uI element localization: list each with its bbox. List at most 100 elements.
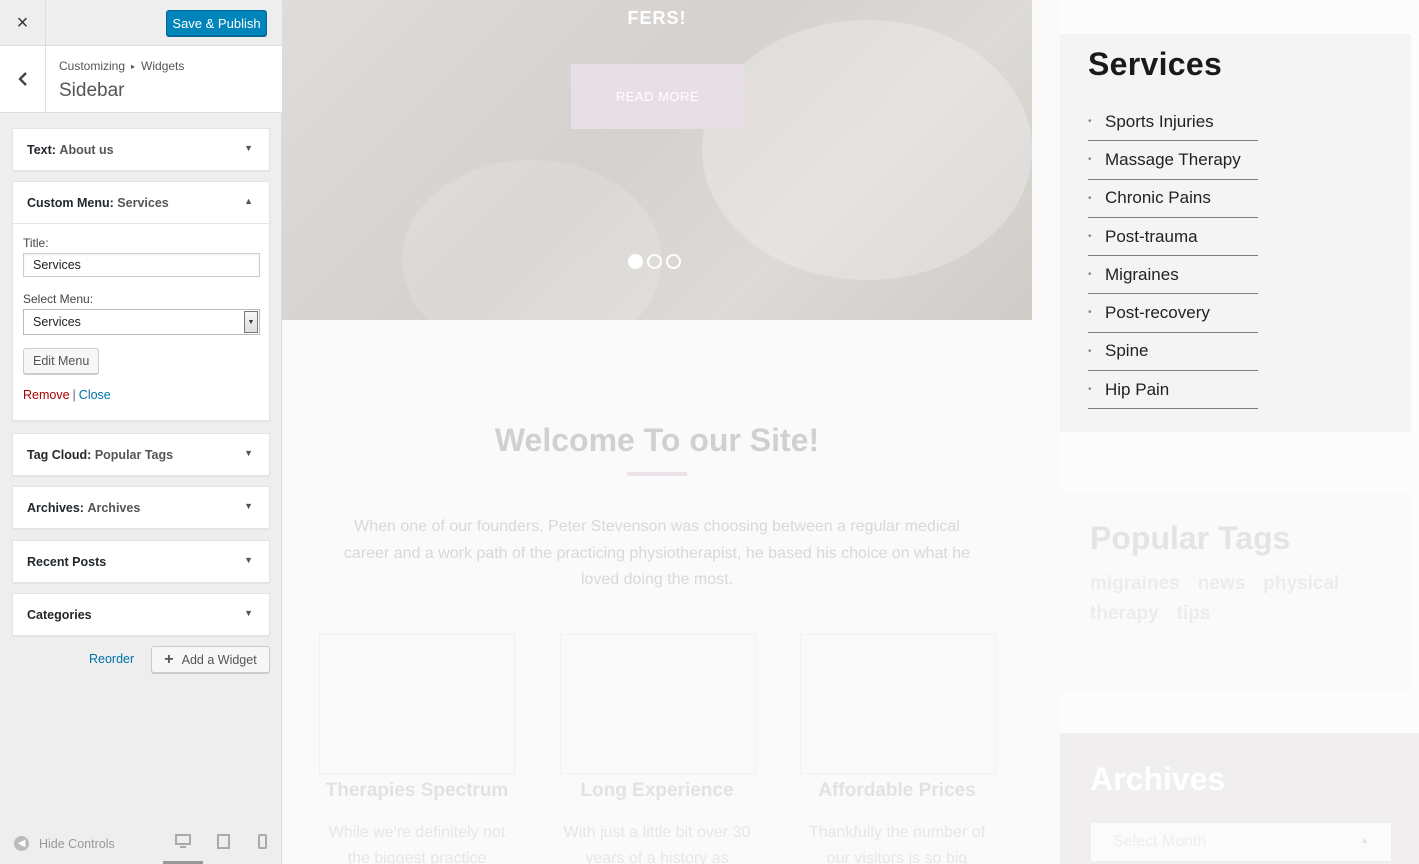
feature-text: While we're definitely not the biggest p…: [328, 824, 506, 864]
link-separator: |: [72, 388, 76, 402]
service-link[interactable]: • Hip Pain: [1088, 371, 1258, 410]
tag-link[interactable]: news: [1198, 573, 1246, 595]
caret-down-icon[interactable]: ▼: [244, 143, 253, 153]
select-menu-dropdown[interactable]: Services ▼: [23, 309, 260, 335]
archives-widget: Archives Select Month ▲: [1060, 733, 1419, 864]
services-menu-widget: Services • Sports Injuries • Massage Thera…: [1060, 34, 1411, 432]
read-more-button[interactable]: READ MORE: [571, 64, 744, 129]
edit-menu-button[interactable]: Edit Menu: [23, 348, 100, 374]
feature-title: Affordable Prices: [818, 780, 976, 801]
section-header: Customizing ▸ Widgets Sidebar: [0, 46, 282, 113]
tags-list: migraines news physical therapy tips: [1090, 573, 1380, 625]
add-widget-label: Add a Widget: [181, 652, 257, 667]
widget-header[interactable]: Categories ▼: [13, 594, 269, 635]
preview-tablet-button[interactable]: [203, 834, 243, 864]
site-preview: FERS! READ MORE Welcome To our Site! Whe…: [282, 0, 1419, 864]
widget-header[interactable]: Custom Menu: Services ▲: [13, 182, 269, 223]
slider-dot[interactable]: [666, 254, 681, 269]
dropdown-arrow-icon[interactable]: ▼: [244, 311, 258, 333]
chevron-left-icon: [17, 72, 27, 86]
widget-control-actions: Remove | Close: [23, 386, 259, 404]
bullet-icon: •: [1088, 307, 1092, 319]
service-link[interactable]: • Spine: [1088, 333, 1258, 372]
remove-link[interactable]: Remove: [23, 388, 70, 402]
slider-dot[interactable]: [647, 254, 662, 269]
archives-placeholder: Select Month: [1113, 833, 1207, 850]
tag-cloud-widget: Popular Tags migraines news physical the…: [1060, 492, 1411, 692]
bullet-icon: •: [1088, 154, 1092, 166]
widget-categories: Categories ▼: [12, 593, 270, 636]
reorder-link[interactable]: Reorder: [89, 652, 134, 666]
close-icon: ×: [16, 11, 29, 34]
services-list: • Sports Injuries • Massage Therapy • Chron…: [1088, 103, 1411, 410]
widget-type: Text:: [27, 142, 56, 157]
title-divider: [627, 472, 687, 476]
mobile-icon: [257, 834, 267, 849]
title-input[interactable]: [23, 253, 260, 277]
customizer-panel: × Save & Publish Customizing ▸ Widgets Sid…: [0, 0, 282, 864]
caret-up-icon[interactable]: ▲: [244, 196, 253, 206]
widget-header[interactable]: Archives: Archives ▼: [13, 487, 269, 528]
service-link[interactable]: • Sports Injuries: [1088, 103, 1258, 142]
widget-instance: Services: [117, 195, 169, 210]
welcome-text: When one of our founders, Peter Stevenso…: [343, 518, 971, 588]
bullet-icon: •: [1088, 345, 1092, 357]
services-title: Services: [1088, 46, 1223, 82]
archives-title: Archives: [1090, 761, 1226, 797]
archives-select[interactable]: Select Month ▲: [1090, 822, 1392, 862]
widget-tag-cloud: Tag Cloud: Popular Tags ▼: [12, 433, 270, 476]
service-label: Post-recovery: [1105, 303, 1210, 323]
back-button[interactable]: [0, 46, 46, 112]
service-link[interactable]: • Chronic Pains: [1088, 180, 1258, 218]
feature-text: Thankfully the number of our visitors is…: [808, 824, 986, 864]
bullet-icon: •: [1088, 384, 1092, 396]
breadcrumb-separator: ▸: [131, 62, 136, 71]
preview-mobile-button[interactable]: [242, 834, 282, 864]
widget-header[interactable]: Tag Cloud: Popular Tags ▼: [13, 434, 269, 475]
service-link[interactable]: • Migraines: [1088, 256, 1258, 295]
breadcrumb-root: Customizing: [59, 59, 126, 73]
widget-header[interactable]: Recent Posts ▼: [13, 541, 269, 582]
breadcrumb: Customizing ▸ Widgets: [59, 59, 184, 73]
bullet-icon: •: [1088, 230, 1092, 242]
service-label: Hip Pain: [1105, 379, 1170, 399]
hero-image-shape: [402, 160, 662, 320]
bullet-icon: •: [1088, 192, 1092, 204]
plus-icon: +: [164, 650, 174, 668]
tag-link[interactable]: physical: [1263, 573, 1339, 595]
welcome-title: Welcome To our Site!: [494, 422, 820, 458]
hide-controls-button[interactable]: ◀ Hide Controls: [14, 836, 115, 851]
tag-link[interactable]: migraines: [1090, 573, 1180, 595]
caret-down-icon[interactable]: ▼: [244, 448, 253, 458]
collapse-icon: ◀: [14, 836, 29, 851]
slider-dot[interactable]: [628, 254, 643, 269]
widget-custom-menu-services: Custom Menu: Services ▲ Title: Select Me…: [12, 181, 270, 421]
select-menu-value: Services: [33, 315, 81, 329]
close-customizer-button[interactable]: ×: [0, 0, 46, 46]
select-menu-label: Select Menu:: [23, 292, 94, 306]
bullet-icon: •: [1088, 269, 1092, 281]
customizer-header: × Save & Publish: [0, 0, 282, 46]
service-label: Post-trauma: [1105, 226, 1198, 246]
caret-down-icon[interactable]: ▼: [244, 501, 253, 511]
feature-text: With just a little bit over 30 years of …: [563, 824, 751, 864]
widget-type: Custom Menu:: [27, 195, 114, 210]
add-widget-button[interactable]: + Add a Widget: [151, 646, 270, 673]
tag-link[interactable]: therapy: [1090, 603, 1159, 625]
widget-header[interactable]: Text: About us ▼: [13, 129, 269, 170]
chevron-down-icon: ▲: [1360, 835, 1369, 845]
caret-down-icon[interactable]: ▼: [244, 555, 253, 565]
service-link[interactable]: • Massage Therapy: [1088, 141, 1258, 180]
caret-down-icon[interactable]: ▼: [244, 608, 253, 618]
feature-image: [560, 634, 756, 774]
save-publish-button[interactable]: Save & Publish: [166, 10, 267, 36]
slider-dots: [628, 254, 681, 269]
tag-link[interactable]: tips: [1177, 603, 1211, 625]
service-link[interactable]: • Post-recovery: [1088, 294, 1258, 333]
close-link[interactable]: Close: [79, 388, 111, 402]
desktop-icon: [175, 834, 191, 848]
service-link[interactable]: • Post-trauma: [1088, 218, 1258, 257]
preview-desktop-button[interactable]: [163, 834, 203, 864]
feature-image: [800, 634, 996, 774]
widget-type: Archives:: [27, 500, 84, 515]
